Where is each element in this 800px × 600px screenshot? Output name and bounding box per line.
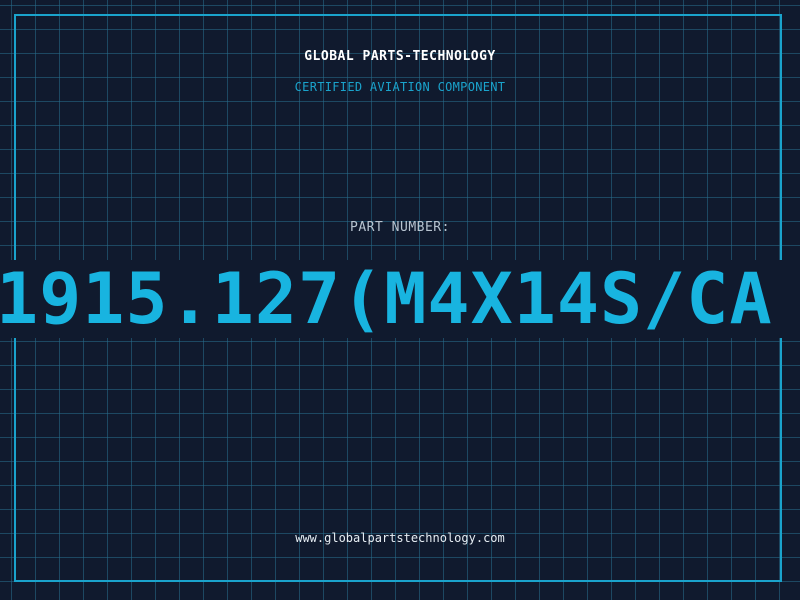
part-card: GLOBAL PARTS-TECHNOLOGY CERTIFIED AVIATI… <box>0 0 800 600</box>
website-url: www.globalpartstechnology.com <box>295 531 505 545</box>
part-number-label: PART NUMBER: <box>350 220 450 235</box>
part-number-band: 1915.127(M4X14S/CA <box>0 260 800 338</box>
certification-tagline: CERTIFIED AVIATION COMPONENT <box>294 80 506 94</box>
part-number-value: 1915.127(M4X14S/CA <box>0 260 773 338</box>
company-name: GLOBAL PARTS-TECHNOLOGY <box>304 49 496 64</box>
